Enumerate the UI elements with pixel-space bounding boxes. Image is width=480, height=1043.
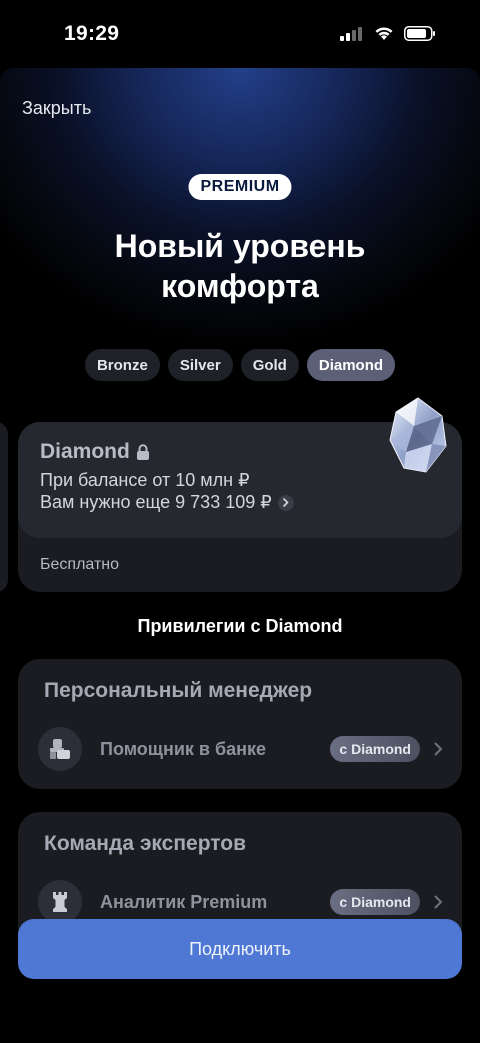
tier-remaining-text: Вам нужно еще 9 733 109 ₽ [40,492,272,512]
page-title-line-2: комфорта [161,268,319,304]
status-time: 19:29 [64,22,120,45]
tab-diamond[interactable]: Diamond [306,349,396,381]
tier-remaining[interactable]: Вам нужно еще 9 733 109 ₽ [40,492,294,513]
cellular-signal-icon [340,26,362,41]
privilege-item-label: Аналитик Premium [100,891,268,912]
diamond-gem-icon [389,397,447,473]
privilege-card-manager: Персональный менеджер Помощник в банке с… [18,659,462,789]
privilege-heading: Команда экспертов [44,832,247,855]
privilege-item-label: Помощник в банке [100,738,266,759]
wifi-icon [375,27,393,40]
battery-icon [404,26,435,41]
lock-icon [136,444,149,460]
desk-person-icon [38,727,82,771]
chess-rook-icon [38,880,82,924]
tab-bronze[interactable]: Bronze [84,349,160,381]
diamond-tag: с Diamond [330,889,420,915]
status-bar: 19:29 [0,0,480,70]
status-icons [340,26,436,41]
privilege-row[interactable]: Помощник в банке с Diamond [38,727,446,771]
privilege-row[interactable]: Аналитик Premium с Diamond [38,880,446,924]
tab-silver[interactable]: Silver [167,349,233,381]
premium-badge: PREMIUM [188,174,292,200]
tier-name: Diamond [40,440,150,464]
close-button[interactable]: Закрыть [22,98,91,119]
tier-tabs: Bronze Silver Gold Diamond [0,349,480,381]
diamond-tag: с Diamond [330,736,420,762]
privileges-title: Привилегии с Diamond [137,616,343,636]
tier-price: Бесплатно [40,556,120,573]
privilege-heading: Персональный менеджер [44,679,313,702]
previous-tier-card-peek[interactable] [0,422,8,592]
tab-gold[interactable]: Gold [240,349,299,381]
chevron-right-icon[interactable] [277,494,294,511]
tier-condition: При балансе от 10 млн ₽ [40,470,250,490]
connect-button[interactable]: Подключить [18,919,462,979]
tier-name-label: Diamond [40,440,130,463]
page-title-line-1: Новый уровень [114,228,366,264]
page-title: Новый уровень комфорта [0,226,480,306]
chevron-right-icon [434,895,446,909]
chevron-right-icon [434,742,446,756]
